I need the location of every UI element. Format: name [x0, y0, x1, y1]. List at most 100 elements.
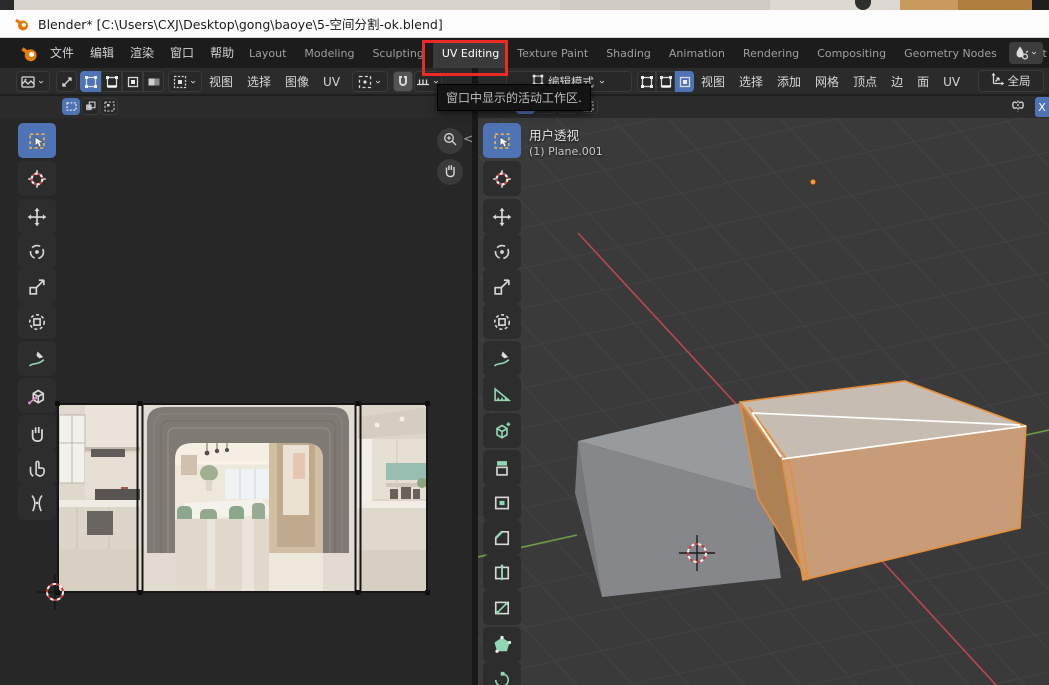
workspace-tab-compositing[interactable]: Compositing [808, 40, 895, 68]
orientation-label: 全局 [1008, 73, 1031, 89]
rip-region-tool-button[interactable] [18, 378, 56, 413]
pan-gizmo-button[interactable] [437, 159, 463, 185]
workspace-tabs: LayoutModelingSculptingUV EditingTexture… [240, 38, 1049, 68]
viewport-menu-0[interactable]: 视图 [695, 73, 731, 90]
app-menu-2[interactable]: 渲染 [122, 38, 162, 68]
cursor-3d-tool-button[interactable] [483, 161, 521, 196]
move-tool-button[interactable] [483, 199, 521, 234]
viewport-menu-6[interactable]: 面 [911, 73, 935, 90]
app-menu-0[interactable]: 文件 [42, 38, 82, 68]
uv-editor-header: 视图选择图像UV [0, 68, 472, 95]
sidebar-collapse-arrow[interactable]: < [463, 132, 472, 147]
blender-logo-icon[interactable] [20, 44, 39, 63]
mirror-x-button[interactable]: X [1035, 97, 1049, 117]
measure-tool-button[interactable] [483, 376, 521, 411]
viewport-menu-1[interactable]: 选择 [733, 73, 769, 90]
relax-tool-button[interactable] [18, 450, 56, 485]
sticky-select-dropdown[interactable] [168, 71, 202, 92]
tooltip: 窗口中显示的活动工作区. [437, 84, 591, 111]
workspace-tab-animation[interactable]: Animation [660, 40, 734, 68]
viewport-menu-4[interactable]: 顶点 [847, 73, 883, 90]
transform-tool-button[interactable] [483, 304, 521, 339]
viewport-menu-2[interactable]: 添加 [771, 73, 807, 90]
uv-2d-cursor[interactable] [35, 572, 75, 612]
workspace-tab-geometry-nodes[interactable]: Geometry Nodes [895, 40, 1006, 68]
bevel-tool-button[interactable] [483, 520, 521, 555]
viewport-3d-canvas[interactable]: 用户透视 (1) Plane.001 [478, 118, 1049, 685]
viewport-menu-7[interactable]: UV [937, 75, 966, 89]
rotate-tool-button[interactable] [18, 234, 56, 269]
orientation-axes-icon [989, 71, 1005, 91]
uv-editor-canvas[interactable]: < [0, 118, 472, 685]
grab-tool-button[interactable] [18, 415, 56, 450]
extrude-region-tool-button[interactable] [483, 450, 521, 485]
poly-build-tool-button[interactable] [483, 627, 521, 662]
uv-menu-0[interactable]: 视图 [203, 73, 239, 90]
knife-tool-button[interactable] [483, 590, 521, 625]
loop-cut-tool-button[interactable] [483, 555, 521, 590]
uv-select-mode-edge[interactable] [101, 71, 122, 92]
uv-select-mode-vertex[interactable] [80, 71, 101, 92]
viewport-menu-5[interactable]: 边 [885, 73, 909, 90]
app-menu-bar: 文件编辑渲染窗口帮助 [42, 38, 242, 68]
mesh-select-mode-edge[interactable] [656, 71, 675, 92]
move-tool-button[interactable] [18, 199, 56, 234]
workspace-selector-button[interactable] [1009, 42, 1043, 64]
add-cube-tool-button[interactable] [483, 413, 521, 448]
spin-tool-button[interactable] [483, 662, 521, 685]
pivot-dropdown[interactable] [352, 71, 388, 92]
app-menu-4[interactable]: 帮助 [202, 38, 242, 68]
viewport-menu-3[interactable]: 网格 [809, 73, 845, 90]
uv-sync-select-toggle[interactable] [56, 71, 77, 92]
transform-tool-button[interactable] [18, 304, 56, 339]
view-perspective-label: 用户透视 [529, 125, 579, 144]
scale-tool-button[interactable] [483, 269, 521, 304]
background-icon [855, 0, 871, 10]
uv-header-toggle-overlap-squares-icon[interactable] [81, 98, 99, 115]
workspace-tab-rendering[interactable]: Rendering [734, 40, 808, 68]
uv-header-toggle-corner-square-icon[interactable] [100, 98, 118, 115]
uv-header-toggle-box-dashed-icon[interactable] [62, 98, 80, 115]
mesh-select-mode-face[interactable] [675, 71, 694, 92]
workspace-tab-shading[interactable]: Shading [597, 40, 660, 68]
pinch-tool-button[interactable] [18, 485, 56, 520]
selected-cube-plane001[interactable] [739, 381, 1026, 580]
workspace-tab-uv-editing[interactable]: UV Editing [433, 40, 508, 68]
uv-menu-3[interactable]: UV [317, 75, 346, 89]
editor-type-dropdown[interactable] [16, 71, 50, 92]
select-box-tool-button[interactable] [18, 123, 56, 158]
zoom-gizmo-button[interactable] [437, 128, 463, 154]
uv-editor-menus: 视图选择图像UV [202, 68, 347, 95]
select-box-tool-button[interactable] [483, 123, 521, 158]
object-origin-dot [810, 179, 815, 184]
proportional-editing-icon[interactable] [1010, 98, 1026, 118]
annotate-tool-button[interactable] [18, 341, 56, 376]
workspace-tab-sculpting[interactable]: Sculpting [363, 40, 432, 68]
rotate-tool-button[interactable] [483, 234, 521, 269]
pan-hand-icon [442, 162, 458, 182]
transform-orientation-dropdown[interactable]: 全局 [978, 70, 1044, 92]
scale-tool-button[interactable] [18, 269, 56, 304]
annotate-tool-button[interactable] [483, 341, 521, 376]
uv-select-mode-face[interactable] [122, 71, 143, 92]
workspace-tab-texture-paint[interactable]: Texture Paint [508, 40, 597, 68]
snap-toggle[interactable] [393, 71, 413, 92]
cursor-2d-tool-button[interactable] [18, 161, 56, 196]
app-menu-3[interactable]: 窗口 [162, 38, 202, 68]
topbar: 文件编辑渲染窗口帮助 LayoutModelingSculptingUV Edi… [0, 38, 1049, 68]
viewport-3d-scene[interactable] [478, 118, 1049, 685]
uv-image-panorama[interactable] [57, 403, 428, 593]
mesh-select-mode-vertex[interactable] [637, 71, 656, 92]
workspace-tab-layout[interactable]: Layout [240, 40, 295, 68]
zoom-icon [442, 131, 458, 151]
uv-menu-1[interactable]: 选择 [241, 73, 277, 90]
active-object-label: (1) Plane.001 [529, 145, 603, 158]
viewport-menus: 视图选择添加网格顶点边面UV [694, 68, 967, 95]
app-menu-1[interactable]: 编辑 [82, 38, 122, 68]
inset-faces-tool-button[interactable] [483, 485, 521, 520]
blender-logo-icon [14, 16, 30, 32]
uv-menu-2[interactable]: 图像 [279, 73, 315, 90]
chevron-down-icon [597, 72, 607, 91]
uv-select-mode-island[interactable] [143, 71, 164, 92]
workspace-tab-modeling[interactable]: Modeling [295, 40, 363, 68]
